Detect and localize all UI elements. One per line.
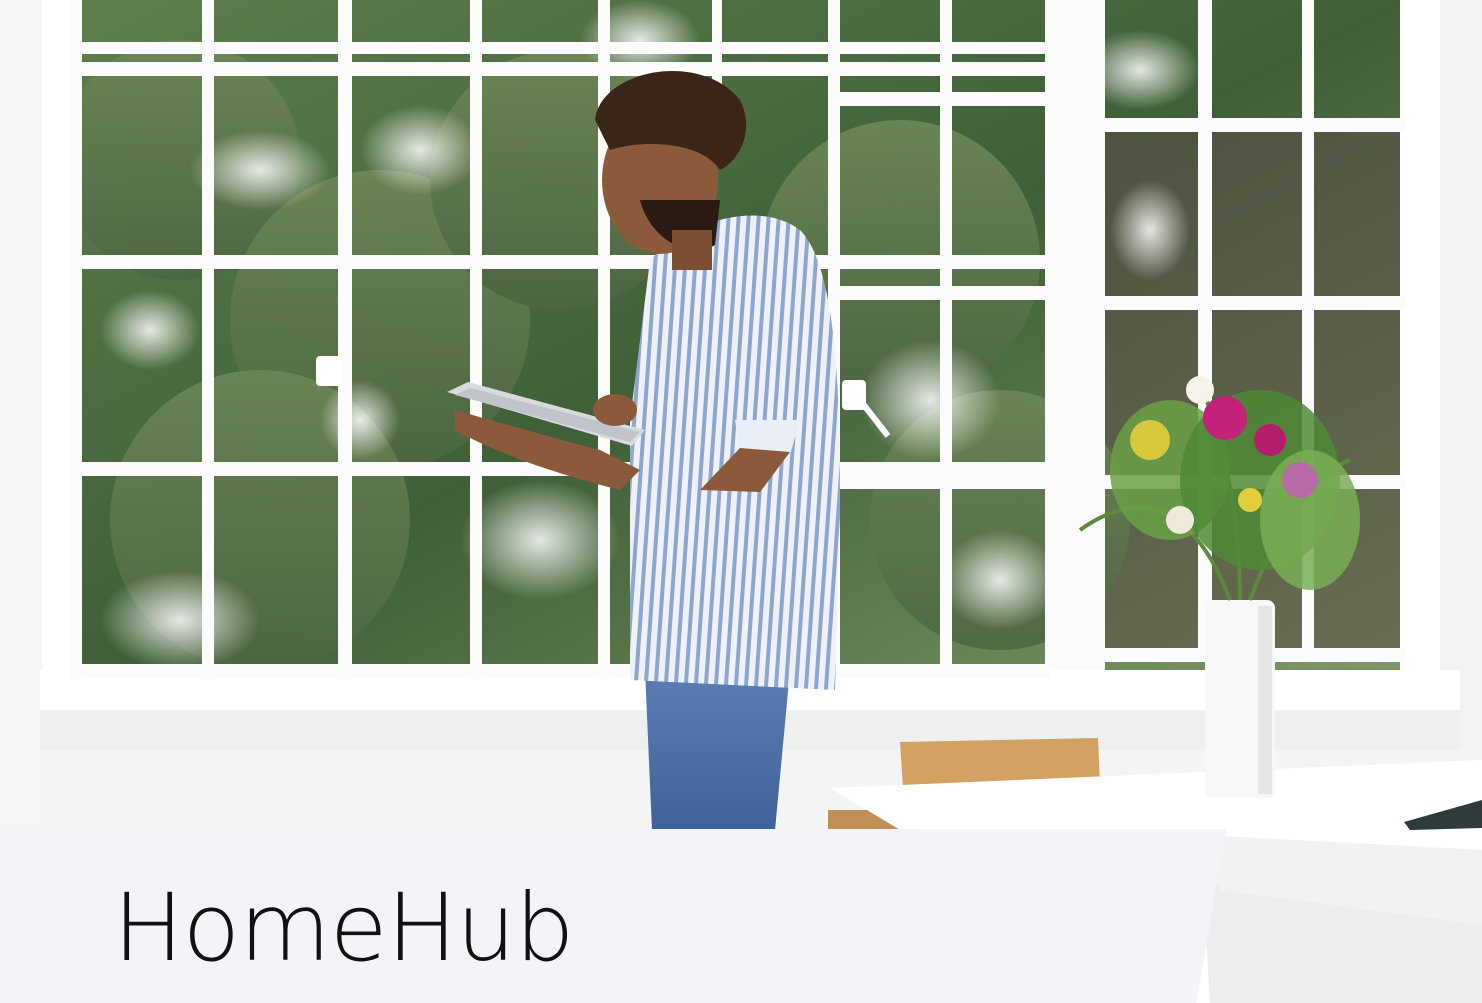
app-title: HomeHub	[113, 874, 575, 983]
